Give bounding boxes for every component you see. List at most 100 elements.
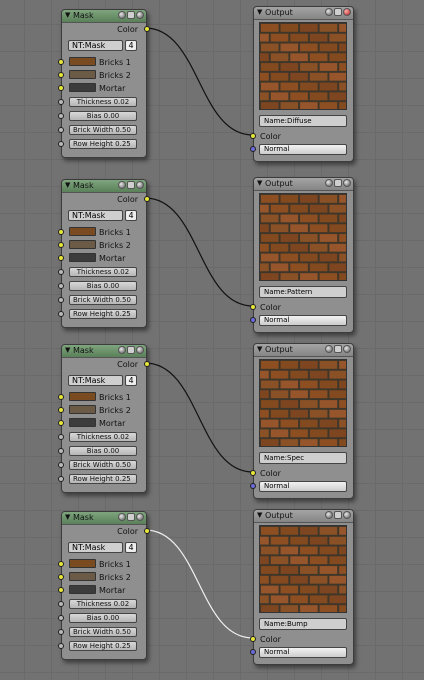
- nodetree-field[interactable]: NT:Mask: [68, 542, 123, 553]
- bias-field[interactable]: Bias 0.00: [69, 111, 137, 121]
- thickness-input-socket[interactable]: [58, 434, 64, 440]
- bricks2-color-swatch[interactable]: [69, 240, 96, 249]
- nodetree-users-count[interactable]: 4: [125, 40, 137, 51]
- normal-select[interactable]: Normal: [259, 144, 347, 155]
- bricks2-input-socket[interactable]: [58, 72, 64, 78]
- brick-width-field[interactable]: Brick Width 0.50: [69, 125, 137, 135]
- row-height-field[interactable]: Row Height 0.25: [69, 309, 137, 319]
- mask-node-header[interactable]: ▼ Mask: [62, 180, 146, 193]
- mask-node-header[interactable]: ▼ Mask: [62, 10, 146, 23]
- color-output-socket[interactable]: [144, 26, 150, 32]
- collapse-triangle-icon[interactable]: ▼: [257, 345, 262, 353]
- bias-field[interactable]: Bias 0.00: [69, 613, 137, 623]
- row-height-input-socket[interactable]: [58, 141, 64, 147]
- options-toggle-icon[interactable]: [334, 345, 342, 353]
- brick-width-field[interactable]: Brick Width 0.50: [69, 295, 137, 305]
- options-toggle-icon[interactable]: [334, 511, 342, 519]
- options-toggle-icon[interactable]: [127, 11, 135, 19]
- bias-field[interactable]: Bias 0.00: [69, 446, 137, 456]
- brick-width-input-socket[interactable]: [58, 297, 64, 303]
- bias-field[interactable]: Bias 0.00: [69, 281, 137, 291]
- nodetree-users-count[interactable]: 4: [125, 375, 137, 386]
- preview-toggle-icon[interactable]: [118, 181, 126, 189]
- link-icon[interactable]: [136, 11, 144, 19]
- bias-input-socket[interactable]: [58, 113, 64, 119]
- bias-input-socket[interactable]: [58, 448, 64, 454]
- nodetree-field[interactable]: NT:Mask: [68, 375, 123, 386]
- thickness-field[interactable]: Thickness 0.02: [69, 267, 137, 277]
- preview-toggle-icon[interactable]: [325, 179, 333, 187]
- mortar-color-swatch[interactable]: [69, 253, 96, 262]
- color-link-4[interactable]: [144, 529, 254, 639]
- output-node-3[interactable]: ▼ Output Name:Spec Color Normal: [250, 343, 354, 499]
- mask-node-4[interactable]: ▼ Mask Color NT:Mask 4 Bricks 1 Bricks 2…: [58, 511, 150, 660]
- bricks1-input-socket[interactable]: [58, 394, 64, 400]
- color-input-socket[interactable]: [250, 636, 256, 642]
- mortar-input-socket[interactable]: [58, 420, 64, 426]
- collapse-triangle-icon[interactable]: ▼: [257, 8, 262, 16]
- row-height-field[interactable]: Row Height 0.25: [69, 641, 137, 651]
- mask-node-2[interactable]: ▼ Mask Color NT:Mask 4 Bricks 1 Bricks 2…: [58, 179, 150, 328]
- options-toggle-icon[interactable]: [334, 179, 342, 187]
- link-icon[interactable]: [136, 513, 144, 521]
- mortar-input-socket[interactable]: [58, 255, 64, 261]
- bricks2-input-socket[interactable]: [58, 407, 64, 413]
- output-name-field[interactable]: Name:Spec: [259, 452, 347, 464]
- bricks2-input-socket[interactable]: [58, 242, 64, 248]
- status-sphere-icon[interactable]: [343, 179, 351, 187]
- nodetree-field[interactable]: NT:Mask: [68, 40, 123, 51]
- mask-node-1[interactable]: ▼ Mask Color NT:Mask 4 Bricks 1 Bricks 2…: [58, 9, 150, 158]
- output-node-header[interactable]: ▼ Output: [254, 344, 353, 357]
- mask-node-header[interactable]: ▼ Mask: [62, 512, 146, 525]
- collapse-triangle-icon[interactable]: ▼: [65, 181, 70, 189]
- preview-toggle-icon[interactable]: [118, 11, 126, 19]
- output-node-2[interactable]: ▼ Output Name:Pattern Color Normal: [250, 177, 354, 333]
- color-output-socket[interactable]: [144, 528, 150, 534]
- color-output-socket[interactable]: [144, 361, 150, 367]
- thickness-input-socket[interactable]: [58, 601, 64, 607]
- mortar-input-socket[interactable]: [58, 587, 64, 593]
- mortar-input-socket[interactable]: [58, 85, 64, 91]
- output-node-1[interactable]: ▼ Output Name:Diffuse Color Normal: [250, 6, 354, 162]
- collapse-triangle-icon[interactable]: ▼: [257, 511, 262, 519]
- thickness-input-socket[interactable]: [58, 99, 64, 105]
- bricks1-input-socket[interactable]: [58, 59, 64, 65]
- normal-select[interactable]: Normal: [259, 315, 347, 326]
- color-input-socket[interactable]: [250, 304, 256, 310]
- row-height-input-socket[interactable]: [58, 311, 64, 317]
- collapse-triangle-icon[interactable]: ▼: [65, 346, 70, 354]
- output-name-field[interactable]: Name:Bump: [259, 618, 347, 630]
- row-height-input-socket[interactable]: [58, 476, 64, 482]
- color-output-socket[interactable]: [144, 196, 150, 202]
- options-toggle-icon[interactable]: [127, 513, 135, 521]
- bricks1-color-swatch[interactable]: [69, 392, 96, 401]
- status-sphere-icon[interactable]: [343, 345, 351, 353]
- brick-width-input-socket[interactable]: [58, 629, 64, 635]
- bricks1-color-swatch[interactable]: [69, 559, 96, 568]
- options-toggle-icon[interactable]: [127, 346, 135, 354]
- bricks2-input-socket[interactable]: [58, 574, 64, 580]
- row-height-input-socket[interactable]: [58, 643, 64, 649]
- link-icon[interactable]: [136, 346, 144, 354]
- mortar-color-swatch[interactable]: [69, 585, 96, 594]
- status-sphere-icon[interactable]: [343, 8, 351, 16]
- link-icon[interactable]: [136, 181, 144, 189]
- row-height-field[interactable]: Row Height 0.25: [69, 474, 137, 484]
- color-link-1[interactable]: [144, 27, 254, 136]
- options-toggle-icon[interactable]: [334, 8, 342, 16]
- collapse-triangle-icon[interactable]: ▼: [65, 513, 70, 521]
- color-input-socket[interactable]: [250, 133, 256, 139]
- row-height-field[interactable]: Row Height 0.25: [69, 139, 137, 149]
- bias-input-socket[interactable]: [58, 283, 64, 289]
- collapse-triangle-icon[interactable]: ▼: [257, 179, 262, 187]
- bricks2-color-swatch[interactable]: [69, 70, 96, 79]
- preview-toggle-icon[interactable]: [118, 346, 126, 354]
- preview-toggle-icon[interactable]: [118, 513, 126, 521]
- brick-width-field[interactable]: Brick Width 0.50: [69, 627, 137, 637]
- output-name-field[interactable]: Name:Pattern: [259, 286, 347, 298]
- color-link-3[interactable]: [144, 362, 254, 473]
- output-node-header[interactable]: ▼ Output: [254, 510, 353, 523]
- thickness-field[interactable]: Thickness 0.02: [69, 97, 137, 107]
- bricks2-color-swatch[interactable]: [69, 405, 96, 414]
- preview-toggle-icon[interactable]: [325, 8, 333, 16]
